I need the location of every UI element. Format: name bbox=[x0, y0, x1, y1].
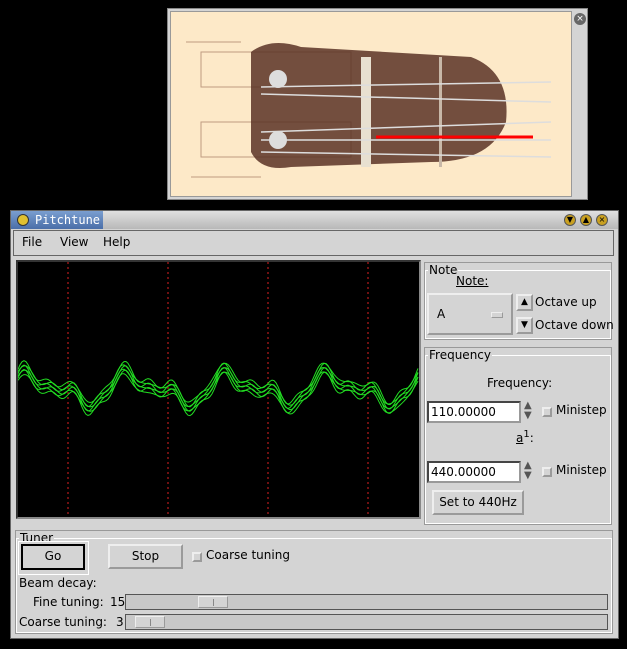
a1-spin-icon[interactable]: ▲ ▼ bbox=[524, 461, 532, 481]
coarse-tuning-value: 3 bbox=[116, 615, 124, 629]
title-bar[interactable]: Pitchtune ▼ ▲ × bbox=[11, 211, 618, 229]
ministep-a1-checkbox[interactable] bbox=[542, 467, 552, 477]
fine-tuning-value: 15 bbox=[110, 595, 126, 609]
beam-decay-label: Beam decay: bbox=[19, 576, 97, 590]
menu-file[interactable]: File bbox=[22, 235, 42, 249]
image-window: × bbox=[167, 8, 588, 200]
frequency-spin-icon[interactable]: ▲ ▼ bbox=[524, 401, 532, 421]
ministep-label[interactable]: Ministep bbox=[556, 403, 607, 417]
option-menu-indicator-icon bbox=[491, 312, 503, 318]
fine-tuning-slider-thumb[interactable] bbox=[198, 596, 229, 608]
ministep-a1-label[interactable]: Ministep bbox=[556, 463, 607, 477]
frequency-input[interactable]: 110.00000 bbox=[427, 401, 521, 423]
octave-down-arrow-icon[interactable]: ▼ bbox=[516, 317, 533, 334]
a1-label: a1: bbox=[516, 429, 534, 445]
minimize-icon[interactable]: ▼ bbox=[564, 214, 576, 226]
title-tab: Pitchtune bbox=[11, 211, 103, 229]
a1-frequency-input[interactable]: 440.00000 bbox=[427, 461, 521, 483]
frequency-label: Frequency: bbox=[487, 376, 553, 390]
note-select[interactable]: A bbox=[427, 293, 513, 335]
coarse-tuning-slider[interactable] bbox=[125, 614, 608, 630]
maximize-icon[interactable]: ▲ bbox=[580, 214, 592, 226]
a1-colon: : bbox=[529, 431, 534, 445]
coarse-tuning-checkbox[interactable] bbox=[192, 552, 202, 562]
go-button[interactable]: Go bbox=[21, 544, 85, 570]
menu-view[interactable]: View bbox=[60, 235, 88, 249]
oscilloscope-display bbox=[16, 260, 421, 519]
guitar-headstock-image bbox=[170, 11, 572, 197]
octave-down-label[interactable]: Octave down bbox=[535, 318, 614, 332]
menu-bar: File View Help bbox=[13, 230, 614, 256]
octave-up-arrow-icon[interactable]: ▲ bbox=[516, 294, 533, 311]
note-label: Note: bbox=[456, 274, 489, 288]
pitchtune-window: Pitchtune ▼ ▲ × File View Help Note Note… bbox=[10, 210, 619, 639]
frequency-group-label: Frequency bbox=[429, 348, 491, 362]
coarse-tuning-check-label[interactable]: Coarse tuning bbox=[206, 548, 290, 562]
fine-tuning-label: Fine tuning: bbox=[33, 595, 104, 609]
menu-help[interactable]: Help bbox=[103, 235, 130, 249]
octave-up-label[interactable]: Octave up bbox=[535, 295, 597, 309]
coarse-tuning-slider-thumb[interactable] bbox=[135, 616, 166, 628]
ministep-checkbox[interactable] bbox=[542, 407, 552, 417]
close-icon[interactable]: × bbox=[574, 13, 586, 25]
window-title: Pitchtune bbox=[35, 213, 101, 227]
close-window-icon[interactable]: × bbox=[596, 214, 608, 226]
fine-tuning-slider[interactable] bbox=[125, 594, 608, 610]
coarse-tuning-label: Coarse tuning: bbox=[19, 615, 107, 629]
note-group-label: Note bbox=[429, 263, 458, 277]
set-440hz-button[interactable]: Set to 440Hz bbox=[432, 490, 524, 515]
stop-button[interactable]: Stop bbox=[108, 544, 183, 569]
window-menu-icon[interactable] bbox=[17, 214, 29, 226]
note-value: A bbox=[437, 307, 446, 321]
